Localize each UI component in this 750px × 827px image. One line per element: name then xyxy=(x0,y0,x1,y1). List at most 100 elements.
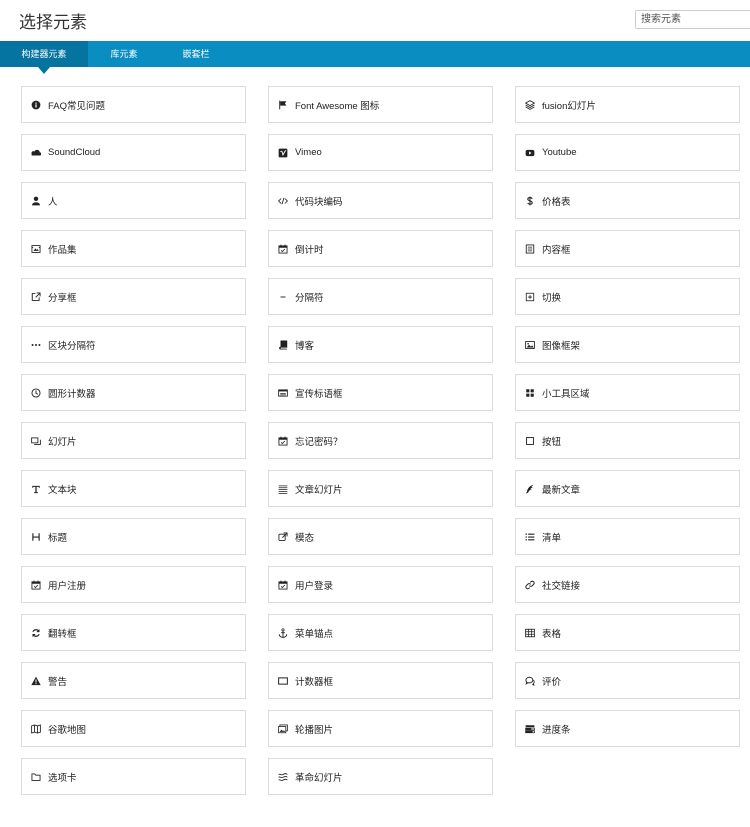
element-card[interactable]: 警告 xyxy=(21,662,246,699)
element-card[interactable]: fusion幻灯片 xyxy=(515,86,740,123)
element-card[interactable]: 价格表 xyxy=(515,182,740,219)
element-card[interactable]: 宣传标语框 xyxy=(268,374,493,411)
minus-icon xyxy=(277,291,289,303)
element-card[interactable]: 模态 xyxy=(268,518,493,555)
element-card[interactable]: 菜单锚点 xyxy=(268,614,493,651)
map-icon xyxy=(30,723,42,735)
person-icon xyxy=(30,195,42,207)
element-card[interactable]: 分隔符 xyxy=(268,278,493,315)
element-card-label: 幻灯片 xyxy=(48,436,77,448)
tab-builder-elements[interactable]: 构建器元素 xyxy=(0,41,88,74)
element-card[interactable]: 区块分隔符 xyxy=(21,326,246,363)
element-card[interactable]: 按钮 xyxy=(515,422,740,459)
element-card[interactable]: 社交链接 xyxy=(515,566,740,603)
element-card[interactable]: 最新文章 xyxy=(515,470,740,507)
clock-icon xyxy=(30,387,42,399)
element-card-label: 区块分隔符 xyxy=(48,340,96,352)
element-card[interactable]: 谷歌地图 xyxy=(21,710,246,747)
element-card[interactable]: 图像框架 xyxy=(515,326,740,363)
info-icon xyxy=(30,99,42,111)
element-card[interactable]: 小工具区域 xyxy=(515,374,740,411)
element-card-label: 进度条 xyxy=(542,724,571,736)
element-card[interactable]: FAQ常见问题 xyxy=(21,86,246,123)
element-card-label: 革命幻灯片 xyxy=(295,772,343,784)
element-card[interactable]: 轮播图片 xyxy=(268,710,493,747)
element-card-label: 分享框 xyxy=(48,292,77,304)
element-card[interactable]: Youtube xyxy=(515,134,740,171)
tab-library-elements[interactable]: 库元素 xyxy=(101,41,147,67)
element-card-label: 切换 xyxy=(542,292,562,304)
calendar-icon xyxy=(277,435,289,447)
element-card[interactable]: 代码块编码 xyxy=(268,182,493,219)
image-icon xyxy=(524,339,536,351)
element-card-label: SoundCloud xyxy=(48,147,101,158)
tagline-box-icon xyxy=(277,387,289,399)
element-card[interactable]: 标题 xyxy=(21,518,246,555)
element-card-label: fusion幻灯片 xyxy=(542,100,596,112)
element-card[interactable]: 进度条 xyxy=(515,710,740,747)
slides-icon xyxy=(30,435,42,447)
tab-bar: 构建器元素 库元素 嵌套栏 xyxy=(0,41,750,74)
element-card-label: 内容框 xyxy=(542,244,571,256)
content-box-icon xyxy=(524,243,536,255)
element-card-label: 人 xyxy=(48,196,58,208)
element-card[interactable]: 幻灯片 xyxy=(21,422,246,459)
waves-icon xyxy=(277,771,289,783)
counter-box-icon xyxy=(277,675,289,687)
element-card-label: 清单 xyxy=(542,532,562,544)
code-icon xyxy=(277,195,289,207)
element-card[interactable]: 作品集 xyxy=(21,230,246,267)
element-card-label: 轮播图片 xyxy=(295,724,334,736)
ellipsis-icon xyxy=(30,339,42,351)
element-card-label: 文本块 xyxy=(48,484,77,496)
element-card[interactable]: 切换 xyxy=(515,278,740,315)
element-card[interactable]: Vimeo xyxy=(268,134,493,171)
element-card[interactable]: 人 xyxy=(21,182,246,219)
element-card[interactable]: 分享框 xyxy=(21,278,246,315)
element-card[interactable]: 博客 xyxy=(268,326,493,363)
calendar-icon xyxy=(277,243,289,255)
element-card[interactable]: 表格 xyxy=(515,614,740,651)
element-card[interactable]: 用户登录 xyxy=(268,566,493,603)
page-title: 选择元素 xyxy=(19,13,87,32)
element-card[interactable]: 翻转框 xyxy=(21,614,246,651)
element-card[interactable]: 文章幻灯片 xyxy=(268,470,493,507)
element-card-label: 表格 xyxy=(542,628,562,640)
refresh-icon xyxy=(30,627,42,639)
stack-icon xyxy=(277,483,289,495)
element-card-label: 博客 xyxy=(295,340,315,352)
element-card[interactable]: 评价 xyxy=(515,662,740,699)
search-input[interactable] xyxy=(635,10,750,29)
book-icon xyxy=(277,339,289,351)
element-card-label: 评价 xyxy=(542,676,562,688)
tab-nested-columns[interactable]: 嵌套栏 xyxy=(173,41,219,67)
element-card-label: 选项卡 xyxy=(48,772,77,784)
element-card[interactable]: 革命幻灯片 xyxy=(268,758,493,795)
external-link-icon xyxy=(277,531,289,543)
portfolio-icon xyxy=(30,243,42,255)
element-card[interactable]: SoundCloud xyxy=(21,134,246,171)
element-card[interactable]: 清单 xyxy=(515,518,740,555)
element-card-label: 文章幻灯片 xyxy=(295,484,343,496)
element-card-label: 计数器框 xyxy=(295,676,334,688)
element-card-label: 模态 xyxy=(295,532,315,544)
element-card[interactable]: 用户注册 xyxy=(21,566,246,603)
element-card[interactable]: 忘记密码？ xyxy=(268,422,493,459)
element-card[interactable]: Font Awesome 图标 xyxy=(268,86,493,123)
header: 选择元素 xyxy=(0,0,750,40)
element-card[interactable]: 圆形计数器 xyxy=(21,374,246,411)
element-card-label: 宣传标语框 xyxy=(295,388,343,400)
element-card[interactable]: 计数器框 xyxy=(268,662,493,699)
element-card[interactable]: 文本块 xyxy=(21,470,246,507)
element-card-label: 作品集 xyxy=(48,244,77,256)
element-card-label: 翻转框 xyxy=(48,628,77,640)
element-card-label: Font Awesome 图标 xyxy=(295,100,380,112)
element-card-label: 用户注册 xyxy=(48,580,87,592)
element-card-label: 警告 xyxy=(48,676,68,688)
widget-icon xyxy=(524,387,536,399)
element-card[interactable]: 倒计时 xyxy=(268,230,493,267)
element-card[interactable]: 内容框 xyxy=(515,230,740,267)
vimeo-icon xyxy=(277,147,289,159)
element-card[interactable]: 选项卡 xyxy=(21,758,246,795)
element-card-label: Vimeo xyxy=(295,147,322,158)
